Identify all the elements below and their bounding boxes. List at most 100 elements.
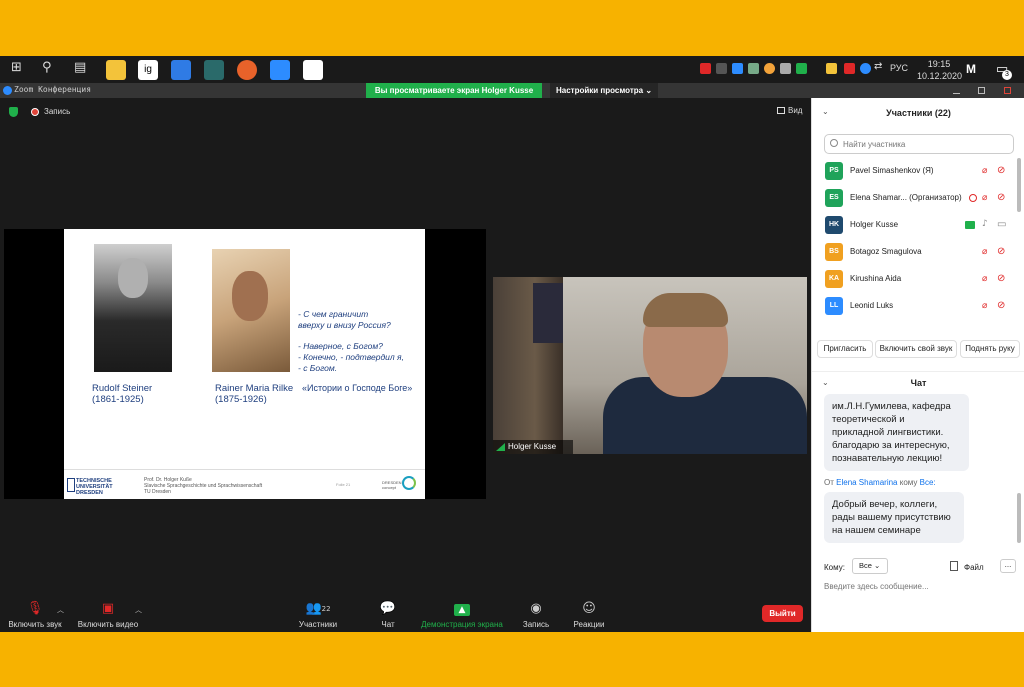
video-participant-name: Holger Kusse [508, 442, 557, 451]
firefox-icon[interactable] [237, 60, 257, 80]
participant-row[interactable]: ES Elena Shamar... (Организатор) ⌀ ⊘ [822, 185, 1017, 212]
tray-icon[interactable] [700, 63, 711, 74]
participant-row[interactable]: BS Botagoz Smagulova ⌀ ⊘ [822, 239, 1017, 266]
zoom-icon[interactable] [270, 60, 290, 80]
invite-button[interactable]: Пригласить [817, 340, 873, 358]
file-button[interactable]: Файл [964, 563, 984, 572]
reactions-icon: ☺ [582, 601, 596, 616]
unmute-me-button[interactable]: Включить свой звук [875, 340, 957, 358]
chat-button[interactable]: 💬 Чат [373, 597, 403, 632]
tray-icon[interactable] [764, 63, 775, 74]
chat-scrollbar[interactable] [1017, 493, 1021, 543]
participant-name: Leonid Luks [850, 301, 894, 310]
network-icon[interactable]: ⇄ [874, 61, 882, 72]
camera-icon[interactable]: ▭ [997, 219, 1006, 230]
tray-icon[interactable] [796, 63, 807, 74]
mic-off-icon: 🎙 [26, 601, 44, 616]
tray-icon[interactable] [860, 63, 871, 74]
tray-icon[interactable] [716, 63, 727, 74]
tray-icon[interactable] [844, 63, 855, 74]
tray-icon[interactable] [780, 63, 791, 74]
chevron-up-icon[interactable]: ︿ [135, 605, 142, 615]
chat-message-input[interactable] [824, 579, 1014, 593]
person-caption: Rudolf Steiner (1861-1925) [92, 383, 153, 405]
camera-off-icon[interactable]: ⊘ [997, 273, 1005, 284]
tray-icon[interactable] [732, 63, 743, 74]
view-options-button[interactable]: Настройки просмотра ⌄ [550, 83, 658, 98]
share-screen-icon: ▲ [418, 601, 506, 617]
participant-row[interactable]: HK Holger Kusse ♪ ▭ [822, 212, 1017, 239]
security-shield-icon[interactable] [9, 107, 18, 117]
close-icon[interactable] [1004, 87, 1011, 94]
participant-row[interactable]: KA Kirushina Aida ⌀ ⊘ [822, 266, 1017, 293]
app-title: Zoom Конференция [14, 85, 92, 94]
side-panel: ⌄ Участники (22) PS Pavel Simashenkov (Я… [811, 98, 1024, 632]
recording-indicator-icon [969, 194, 977, 202]
avatar: ES [825, 189, 843, 207]
tray-icon[interactable] [826, 63, 837, 74]
reactions-button[interactable]: ☺ Реакции [570, 597, 608, 632]
tu-dresden-logo-icon [67, 478, 75, 492]
minimize-icon[interactable] [953, 87, 960, 94]
participant-row[interactable]: PS Pavel Simashenkov (Я) ⌀ ⊘ [822, 158, 1017, 185]
participants-scrollbar[interactable] [1017, 158, 1021, 212]
camera-off-icon[interactable]: ⊘ [997, 246, 1005, 257]
recording-label: Запись [44, 107, 71, 116]
mic-off-icon[interactable]: ⌀ [982, 301, 987, 311]
recipient-select[interactable]: Все ⌄ [852, 558, 888, 574]
slide-number: Folie 21 [336, 482, 351, 487]
file-icon[interactable] [950, 561, 958, 571]
ig-app-icon[interactable]: ig [138, 60, 158, 80]
dresden-concept-logo: DRESDEN concept [382, 480, 402, 490]
record-button[interactable]: ◉ Запись [520, 597, 552, 632]
mi-logo-icon[interactable]: M [966, 62, 976, 76]
mic-off-icon[interactable]: ⌀ [982, 247, 987, 257]
search-icon[interactable]: ⚲ [42, 60, 52, 75]
search-icon [830, 139, 838, 147]
mic-off-icon[interactable]: ⌀ [982, 166, 987, 176]
mic-off-icon[interactable]: ⌀ [982, 193, 987, 203]
leave-button[interactable]: Выйти [762, 605, 803, 622]
chat-message: им.Л.Н.Гумилева, кафедра теоретической и… [824, 394, 969, 471]
raise-hand-button[interactable]: Поднять руку [960, 340, 1020, 358]
clapper-icon[interactable] [303, 60, 323, 80]
participant-search-input[interactable] [824, 134, 1014, 154]
participant-name: Holger Kusse [850, 220, 899, 229]
participants-title: Участники (22) [886, 108, 951, 118]
video-name-tag: Holger Kusse [493, 440, 573, 454]
camera-off-icon[interactable]: ⊘ [997, 300, 1005, 311]
more-options-button[interactable]: ... [1000, 559, 1016, 573]
quote-line: - с Богом. [298, 363, 338, 373]
screen-share-banner: Вы просматриваете экран Holger Kusse [366, 83, 542, 98]
participants-button[interactable]: 👥22 Участники [295, 597, 341, 632]
mic-icon[interactable]: ♪ [982, 219, 988, 229]
file-explorer-icon[interactable] [106, 60, 126, 80]
task-view-icon[interactable]: ▤ [74, 60, 86, 75]
chat-icon: 💬 [379, 601, 397, 616]
maximize-icon[interactable] [978, 87, 985, 94]
slide-author: Prof. Dr. Holger Kuße Slavische Sprachge… [144, 477, 263, 495]
mic-off-icon[interactable]: ⌀ [982, 274, 987, 284]
speaker-video[interactable]: Holger Kusse [493, 277, 807, 454]
camera-off-icon[interactable]: ⊘ [997, 165, 1005, 176]
view-button[interactable]: Вид [788, 106, 802, 115]
windows-taskbar: ⊞ ⚲ ▤ ig ⇄ РУС 19:15 10.12.2020 M ▭ 3 [0, 56, 1024, 83]
portrait-photo [94, 244, 172, 372]
participant-row[interactable]: LL Leonid Luks ⌀ ⊘ [822, 293, 1017, 320]
windows-start-icon[interactable]: ⊞ [11, 60, 22, 75]
camera-off-icon[interactable]: ⊘ [997, 192, 1005, 203]
quote-line: вверху и внизу Россия? [298, 320, 391, 330]
share-screen-button[interactable]: ▲ Демонстрация экрана [418, 597, 506, 632]
chevron-up-icon[interactable]: ︿ [57, 605, 64, 615]
unmute-button[interactable]: 🎙 Включить звук [5, 597, 65, 632]
app-icon[interactable] [204, 60, 224, 80]
shared-screen: Rudolf Steiner (1861-1925) Rainer Maria … [4, 229, 486, 499]
view-grid-icon[interactable] [777, 107, 785, 114]
avatar: HK [825, 216, 843, 234]
word-icon[interactable] [171, 60, 191, 80]
start-video-button[interactable]: ▣ Включить видео [75, 597, 141, 632]
clock[interactable]: 19:15 10.12.2020 [917, 58, 962, 82]
record-icon: ◉ [530, 601, 542, 616]
tray-icon[interactable] [748, 63, 759, 74]
language-indicator[interactable]: РУС [890, 63, 908, 73]
